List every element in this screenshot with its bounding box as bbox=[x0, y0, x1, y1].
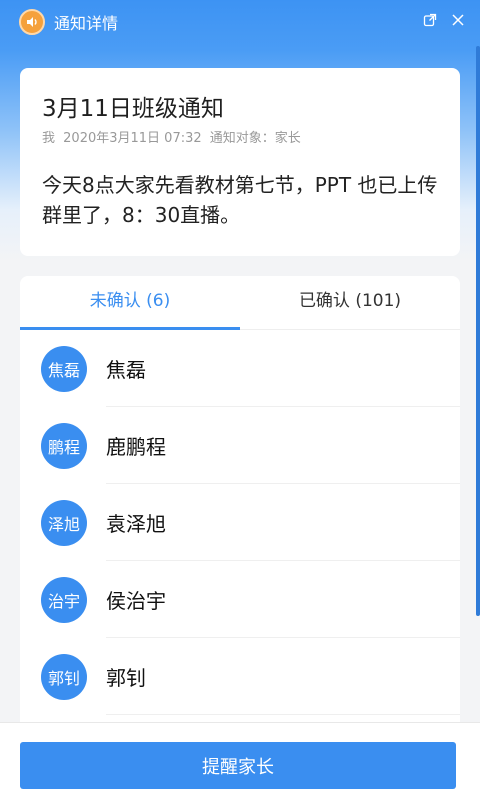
member-row[interactable]: 鹏程 鹿鹏程 bbox=[20, 407, 460, 484]
member-row[interactable]: 治宇 侯治宇 bbox=[20, 561, 460, 638]
avatar: 治宇 bbox=[41, 576, 87, 623]
remind-parents-button[interactable]: 提醒家长 bbox=[20, 742, 456, 789]
tab-confirmed[interactable]: 已确认 (101) bbox=[240, 276, 460, 329]
footer-bar: 提醒家长 bbox=[0, 722, 480, 809]
notice-title: 3月11日班级通知 bbox=[42, 96, 224, 122]
notice-card: 3月11日班级通知 我 2020年3月11日 07:32 通知对象：家长 今天8… bbox=[20, 68, 460, 256]
notice-author: 我 bbox=[42, 131, 56, 146]
avatar: 泽旭 bbox=[41, 499, 87, 546]
member-row[interactable]: 郭钊 郭钊 bbox=[20, 638, 460, 715]
speaker-icon bbox=[19, 9, 45, 35]
member-name: 鹿鹏程 bbox=[106, 435, 166, 459]
avatar: 郭钊 bbox=[41, 653, 87, 700]
window-title: 通知详情 bbox=[54, 14, 119, 33]
notice-audience: 通知对象：家长 bbox=[209, 131, 301, 146]
avatar: 焦磊 bbox=[41, 345, 87, 392]
avatar: 鹏程 bbox=[41, 422, 87, 469]
scrollbar[interactable] bbox=[476, 46, 480, 616]
member-name: 袁泽旭 bbox=[106, 512, 166, 536]
tab-bar: 未确认 (6) 已确认 (101) bbox=[20, 276, 460, 330]
member-name: 侯治宇 bbox=[106, 589, 166, 613]
member-name: 郭钊 bbox=[106, 666, 146, 690]
confirmation-list-card: 未确认 (6) 已确认 (101) 焦磊 焦磊 鹏程 鹿鹏程 泽旭 袁泽旭 治宇… bbox=[20, 276, 460, 776]
member-row[interactable]: 焦磊 焦磊 bbox=[20, 330, 460, 407]
close-button[interactable] bbox=[448, 10, 468, 30]
notice-body: 今天8点大家先看教材第七节，PPT 也已上传群里了，8：30直播。 bbox=[42, 173, 438, 227]
notice-meta: 我 2020年3月11日 07:32 通知对象：家长 bbox=[42, 130, 438, 148]
popout-icon bbox=[423, 13, 437, 27]
notice-datetime: 2020年3月11日 07:32 bbox=[63, 131, 202, 146]
member-row[interactable]: 泽旭 袁泽旭 bbox=[20, 484, 460, 561]
close-icon bbox=[452, 14, 464, 26]
tab-unconfirmed[interactable]: 未确认 (6) bbox=[20, 276, 240, 329]
popout-button[interactable] bbox=[420, 10, 440, 30]
member-name: 焦磊 bbox=[106, 358, 146, 382]
title-bar: 通知详情 bbox=[0, 0, 480, 44]
